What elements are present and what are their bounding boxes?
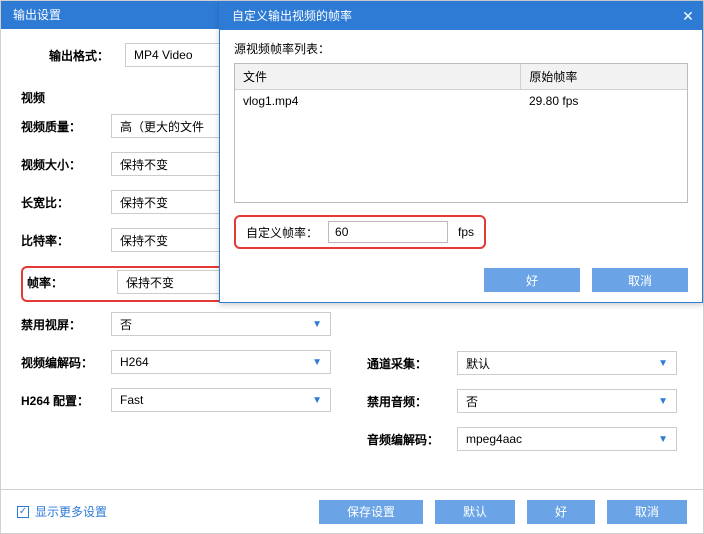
show-more-checkbox[interactable]: ✓ 显示更多设置 <box>17 503 107 520</box>
chevron-down-icon: ▼ <box>312 319 322 330</box>
disable-video-value: 否 <box>120 316 132 333</box>
dialog-buttons: 好 取消 <box>484 268 688 292</box>
dialog-titlebar: 自定义输出视频的帧率 ✕ <box>220 2 702 30</box>
ok-button[interactable]: 好 <box>527 500 595 524</box>
audio-codec-value: mpeg4aac <box>466 432 522 446</box>
disable-audio-select[interactable]: 否▼ <box>457 389 677 413</box>
disable-audio-label: 禁用音频： <box>367 393 457 410</box>
bottom-bar: ✓ 显示更多设置 保存设置 默认 好 取消 <box>1 489 703 533</box>
audio-codec-label: 音频编解码： <box>367 431 457 448</box>
chevron-down-icon: ▼ <box>658 396 668 407</box>
video-quality-value: 高（更大的文件 <box>120 118 204 135</box>
video-size-label: 视频大小： <box>21 156 111 173</box>
bitrate-value: 保持不变 <box>120 232 168 249</box>
table-header: 文件 原始帧率 <box>235 64 687 90</box>
cell-file: vlog1.mp4 <box>235 90 521 112</box>
bitrate-label: 比特率： <box>21 232 111 249</box>
channel-select[interactable]: 默认 ▼ <box>457 351 677 375</box>
custom-fps-row: 自定义帧率： fps <box>234 215 486 249</box>
col-file: 文件 <box>235 64 521 89</box>
channel-value: 默认 <box>466 355 490 372</box>
h264-select[interactable]: Fast ▼ <box>111 388 331 412</box>
source-list-label: 源视频帧率列表： <box>234 40 688 57</box>
fps-unit: fps <box>458 225 474 239</box>
custom-fps-input[interactable] <box>328 221 448 243</box>
video-size-value: 保持不变 <box>120 156 168 173</box>
show-more-label: 显示更多设置 <box>35 503 107 520</box>
chevron-down-icon: ▼ <box>658 358 668 369</box>
col-fps: 原始帧率 <box>521 64 687 89</box>
video-quality-label: 视频质量： <box>21 118 111 135</box>
chevron-down-icon: ▼ <box>312 357 322 368</box>
source-fps-table: 文件 原始帧率 vlog1.mp4 29.80 fps <box>234 63 688 203</box>
output-format-label: 输出格式： <box>49 47 109 64</box>
table-row[interactable]: vlog1.mp4 29.80 fps <box>235 90 687 112</box>
default-button[interactable]: 默认 <box>435 500 515 524</box>
audio-codec-select[interactable]: mpeg4aac ▼ <box>457 427 677 451</box>
cancel-button[interactable]: 取消 <box>607 500 687 524</box>
dialog-ok-button[interactable]: 好 <box>484 268 580 292</box>
main-title: 输出设置 <box>13 8 61 22</box>
h264-label: H264 配置： <box>21 392 111 409</box>
save-button[interactable]: 保存设置 <box>319 500 423 524</box>
video-codec-select[interactable]: H264 ▼ <box>111 350 331 374</box>
disable-video-select[interactable]: 否▼ <box>111 312 331 336</box>
custom-fps-label: 自定义帧率： <box>246 224 318 241</box>
channel-label: 通道采集： <box>367 355 457 372</box>
cell-fps: 29.80 fps <box>521 90 687 112</box>
video-codec-label: 视频编解码： <box>21 354 111 371</box>
h264-value: Fast <box>120 393 143 407</box>
disable-video-label: 禁用视屏： <box>21 316 111 333</box>
check-icon: ✓ <box>17 506 29 518</box>
chevron-down-icon: ▼ <box>658 434 668 445</box>
chevron-down-icon: ▼ <box>312 395 322 406</box>
output-format-value: MP4 Video <box>134 48 192 62</box>
dialog-title: 自定义输出视频的帧率 <box>232 2 352 30</box>
fps-label: 帧率： <box>27 274 117 291</box>
video-codec-value: H264 <box>120 355 149 369</box>
disable-audio-value: 否 <box>466 393 478 410</box>
custom-fps-dialog: 自定义输出视频的帧率 ✕ 源视频帧率列表： 文件 原始帧率 vlog1.mp4 … <box>219 1 703 303</box>
aspect-value: 保持不变 <box>120 194 168 211</box>
close-icon[interactable]: ✕ <box>674 2 702 30</box>
fps-value: 保持不变 <box>126 274 174 291</box>
aspect-label: 长宽比： <box>21 194 111 211</box>
dialog-cancel-button[interactable]: 取消 <box>592 268 688 292</box>
